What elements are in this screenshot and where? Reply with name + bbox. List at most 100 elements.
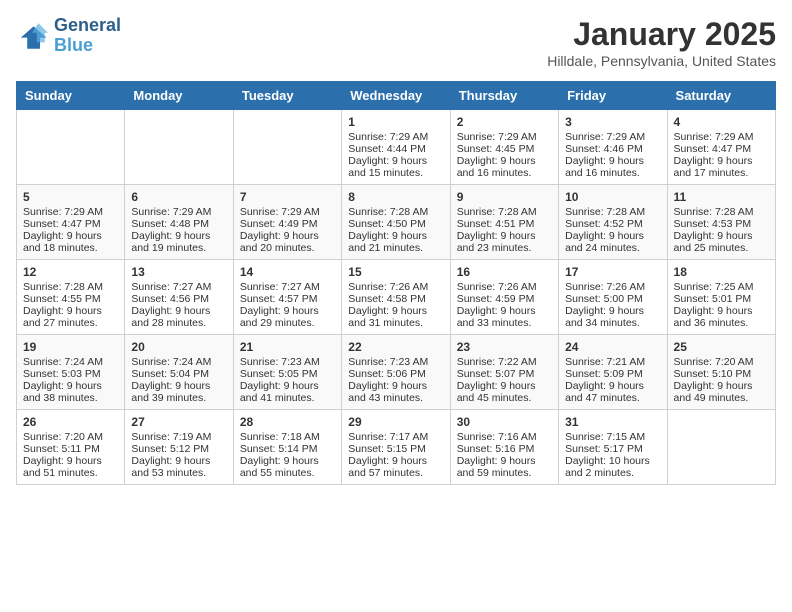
day-info-line: Sunset: 4:59 PM [457, 293, 552, 305]
day-info-line: Daylight: 9 hours [348, 305, 443, 317]
day-info-line: Daylight: 9 hours [674, 230, 769, 242]
calendar-day-cell: 2Sunrise: 7:29 AMSunset: 4:45 PMDaylight… [450, 110, 558, 185]
day-info-line: Sunset: 4:49 PM [240, 218, 335, 230]
day-number: 31 [565, 415, 660, 429]
day-info-line: Sunset: 5:10 PM [674, 368, 769, 380]
day-info-line: Sunset: 4:44 PM [348, 143, 443, 155]
day-info-line: Daylight: 9 hours [240, 230, 335, 242]
calendar-day-cell: 1Sunrise: 7:29 AMSunset: 4:44 PMDaylight… [342, 110, 450, 185]
day-info-line: Sunrise: 7:29 AM [457, 131, 552, 143]
day-info-line: Sunset: 4:46 PM [565, 143, 660, 155]
day-info-line: Daylight: 9 hours [23, 455, 118, 467]
day-info-line: Sunrise: 7:29 AM [23, 206, 118, 218]
weekday-header: Saturday [667, 82, 775, 110]
day-info-line: Sunrise: 7:26 AM [457, 281, 552, 293]
day-info-line: Sunrise: 7:25 AM [674, 281, 769, 293]
day-info-line: Sunrise: 7:29 AM [674, 131, 769, 143]
day-number: 18 [674, 265, 769, 279]
day-info-line: and 53 minutes. [131, 467, 226, 479]
day-info-line: Daylight: 9 hours [565, 230, 660, 242]
calendar-day-cell: 12Sunrise: 7:28 AMSunset: 4:55 PMDayligh… [17, 260, 125, 335]
day-info-line: and 38 minutes. [23, 392, 118, 404]
calendar-week-row: 1Sunrise: 7:29 AMSunset: 4:44 PMDaylight… [17, 110, 776, 185]
calendar-day-cell [17, 110, 125, 185]
day-info-line: Daylight: 9 hours [457, 230, 552, 242]
day-info-line: Sunset: 5:14 PM [240, 443, 335, 455]
calendar-day-cell: 23Sunrise: 7:22 AMSunset: 5:07 PMDayligh… [450, 335, 558, 410]
day-info-line: and 36 minutes. [674, 317, 769, 329]
day-info-line: Sunset: 4:56 PM [131, 293, 226, 305]
day-info-line: and 17 minutes. [674, 167, 769, 179]
day-info-line: Sunrise: 7:27 AM [131, 281, 226, 293]
day-info-line: Sunrise: 7:23 AM [240, 356, 335, 368]
day-info-line: and 15 minutes. [348, 167, 443, 179]
day-number: 13 [131, 265, 226, 279]
weekday-header: Sunday [17, 82, 125, 110]
day-number: 16 [457, 265, 552, 279]
day-info-line: and 39 minutes. [131, 392, 226, 404]
day-number: 9 [457, 190, 552, 204]
day-number: 19 [23, 340, 118, 354]
logo: General Blue [16, 16, 121, 56]
day-info-line: and 43 minutes. [348, 392, 443, 404]
day-info-line: and 51 minutes. [23, 467, 118, 479]
calendar-day-cell: 5Sunrise: 7:29 AMSunset: 4:47 PMDaylight… [17, 185, 125, 260]
day-number: 7 [240, 190, 335, 204]
day-info-line: Sunset: 5:01 PM [674, 293, 769, 305]
day-info-line: Sunrise: 7:26 AM [348, 281, 443, 293]
calendar-day-cell: 4Sunrise: 7:29 AMSunset: 4:47 PMDaylight… [667, 110, 775, 185]
day-info-line: Daylight: 9 hours [348, 230, 443, 242]
page-header: General Blue January 2025 Hilldale, Penn… [16, 16, 776, 69]
logo-icon [16, 20, 48, 52]
logo-text: General Blue [54, 16, 121, 56]
day-info-line: and 25 minutes. [674, 242, 769, 254]
calendar-day-cell [233, 110, 341, 185]
calendar-day-cell: 24Sunrise: 7:21 AMSunset: 5:09 PMDayligh… [559, 335, 667, 410]
calendar-day-cell: 31Sunrise: 7:15 AMSunset: 5:17 PMDayligh… [559, 410, 667, 485]
day-info-line: Sunset: 4:52 PM [565, 218, 660, 230]
day-info-line: and 21 minutes. [348, 242, 443, 254]
day-info-line: Sunrise: 7:20 AM [674, 356, 769, 368]
weekday-header: Wednesday [342, 82, 450, 110]
day-info-line: Daylight: 9 hours [565, 305, 660, 317]
day-info-line: Sunrise: 7:23 AM [348, 356, 443, 368]
day-info-line: Sunrise: 7:29 AM [348, 131, 443, 143]
day-info-line: Sunset: 5:15 PM [348, 443, 443, 455]
calendar-week-row: 5Sunrise: 7:29 AMSunset: 4:47 PMDaylight… [17, 185, 776, 260]
day-info-line: and 41 minutes. [240, 392, 335, 404]
weekday-header: Monday [125, 82, 233, 110]
calendar-day-cell: 3Sunrise: 7:29 AMSunset: 4:46 PMDaylight… [559, 110, 667, 185]
calendar-day-cell: 21Sunrise: 7:23 AMSunset: 5:05 PMDayligh… [233, 335, 341, 410]
calendar-week-row: 12Sunrise: 7:28 AMSunset: 4:55 PMDayligh… [17, 260, 776, 335]
day-info-line: Daylight: 9 hours [23, 305, 118, 317]
day-number: 29 [348, 415, 443, 429]
day-info-line: Daylight: 9 hours [457, 455, 552, 467]
day-number: 26 [23, 415, 118, 429]
day-number: 4 [674, 115, 769, 129]
day-info-line: Sunset: 5:07 PM [457, 368, 552, 380]
day-number: 24 [565, 340, 660, 354]
day-info-line: Sunset: 4:45 PM [457, 143, 552, 155]
day-number: 28 [240, 415, 335, 429]
day-number: 30 [457, 415, 552, 429]
calendar-day-cell: 9Sunrise: 7:28 AMSunset: 4:51 PMDaylight… [450, 185, 558, 260]
day-info-line: Sunrise: 7:22 AM [457, 356, 552, 368]
calendar-day-cell [667, 410, 775, 485]
calendar-day-cell: 27Sunrise: 7:19 AMSunset: 5:12 PMDayligh… [125, 410, 233, 485]
day-info-line: Daylight: 9 hours [240, 305, 335, 317]
day-info-line: Daylight: 9 hours [565, 155, 660, 167]
day-info-line: Daylight: 9 hours [131, 230, 226, 242]
day-info-line: and 57 minutes. [348, 467, 443, 479]
page-title: January 2025 [547, 16, 776, 53]
day-info-line: and 34 minutes. [565, 317, 660, 329]
day-info-line: Sunset: 4:57 PM [240, 293, 335, 305]
weekday-header: Friday [559, 82, 667, 110]
calendar-day-cell: 6Sunrise: 7:29 AMSunset: 4:48 PMDaylight… [125, 185, 233, 260]
day-info-line: Sunset: 5:00 PM [565, 293, 660, 305]
day-number: 2 [457, 115, 552, 129]
day-info-line: Sunset: 4:48 PM [131, 218, 226, 230]
day-info-line: Sunset: 5:06 PM [348, 368, 443, 380]
day-number: 20 [131, 340, 226, 354]
day-info-line: Daylight: 9 hours [131, 380, 226, 392]
calendar-day-cell: 13Sunrise: 7:27 AMSunset: 4:56 PMDayligh… [125, 260, 233, 335]
